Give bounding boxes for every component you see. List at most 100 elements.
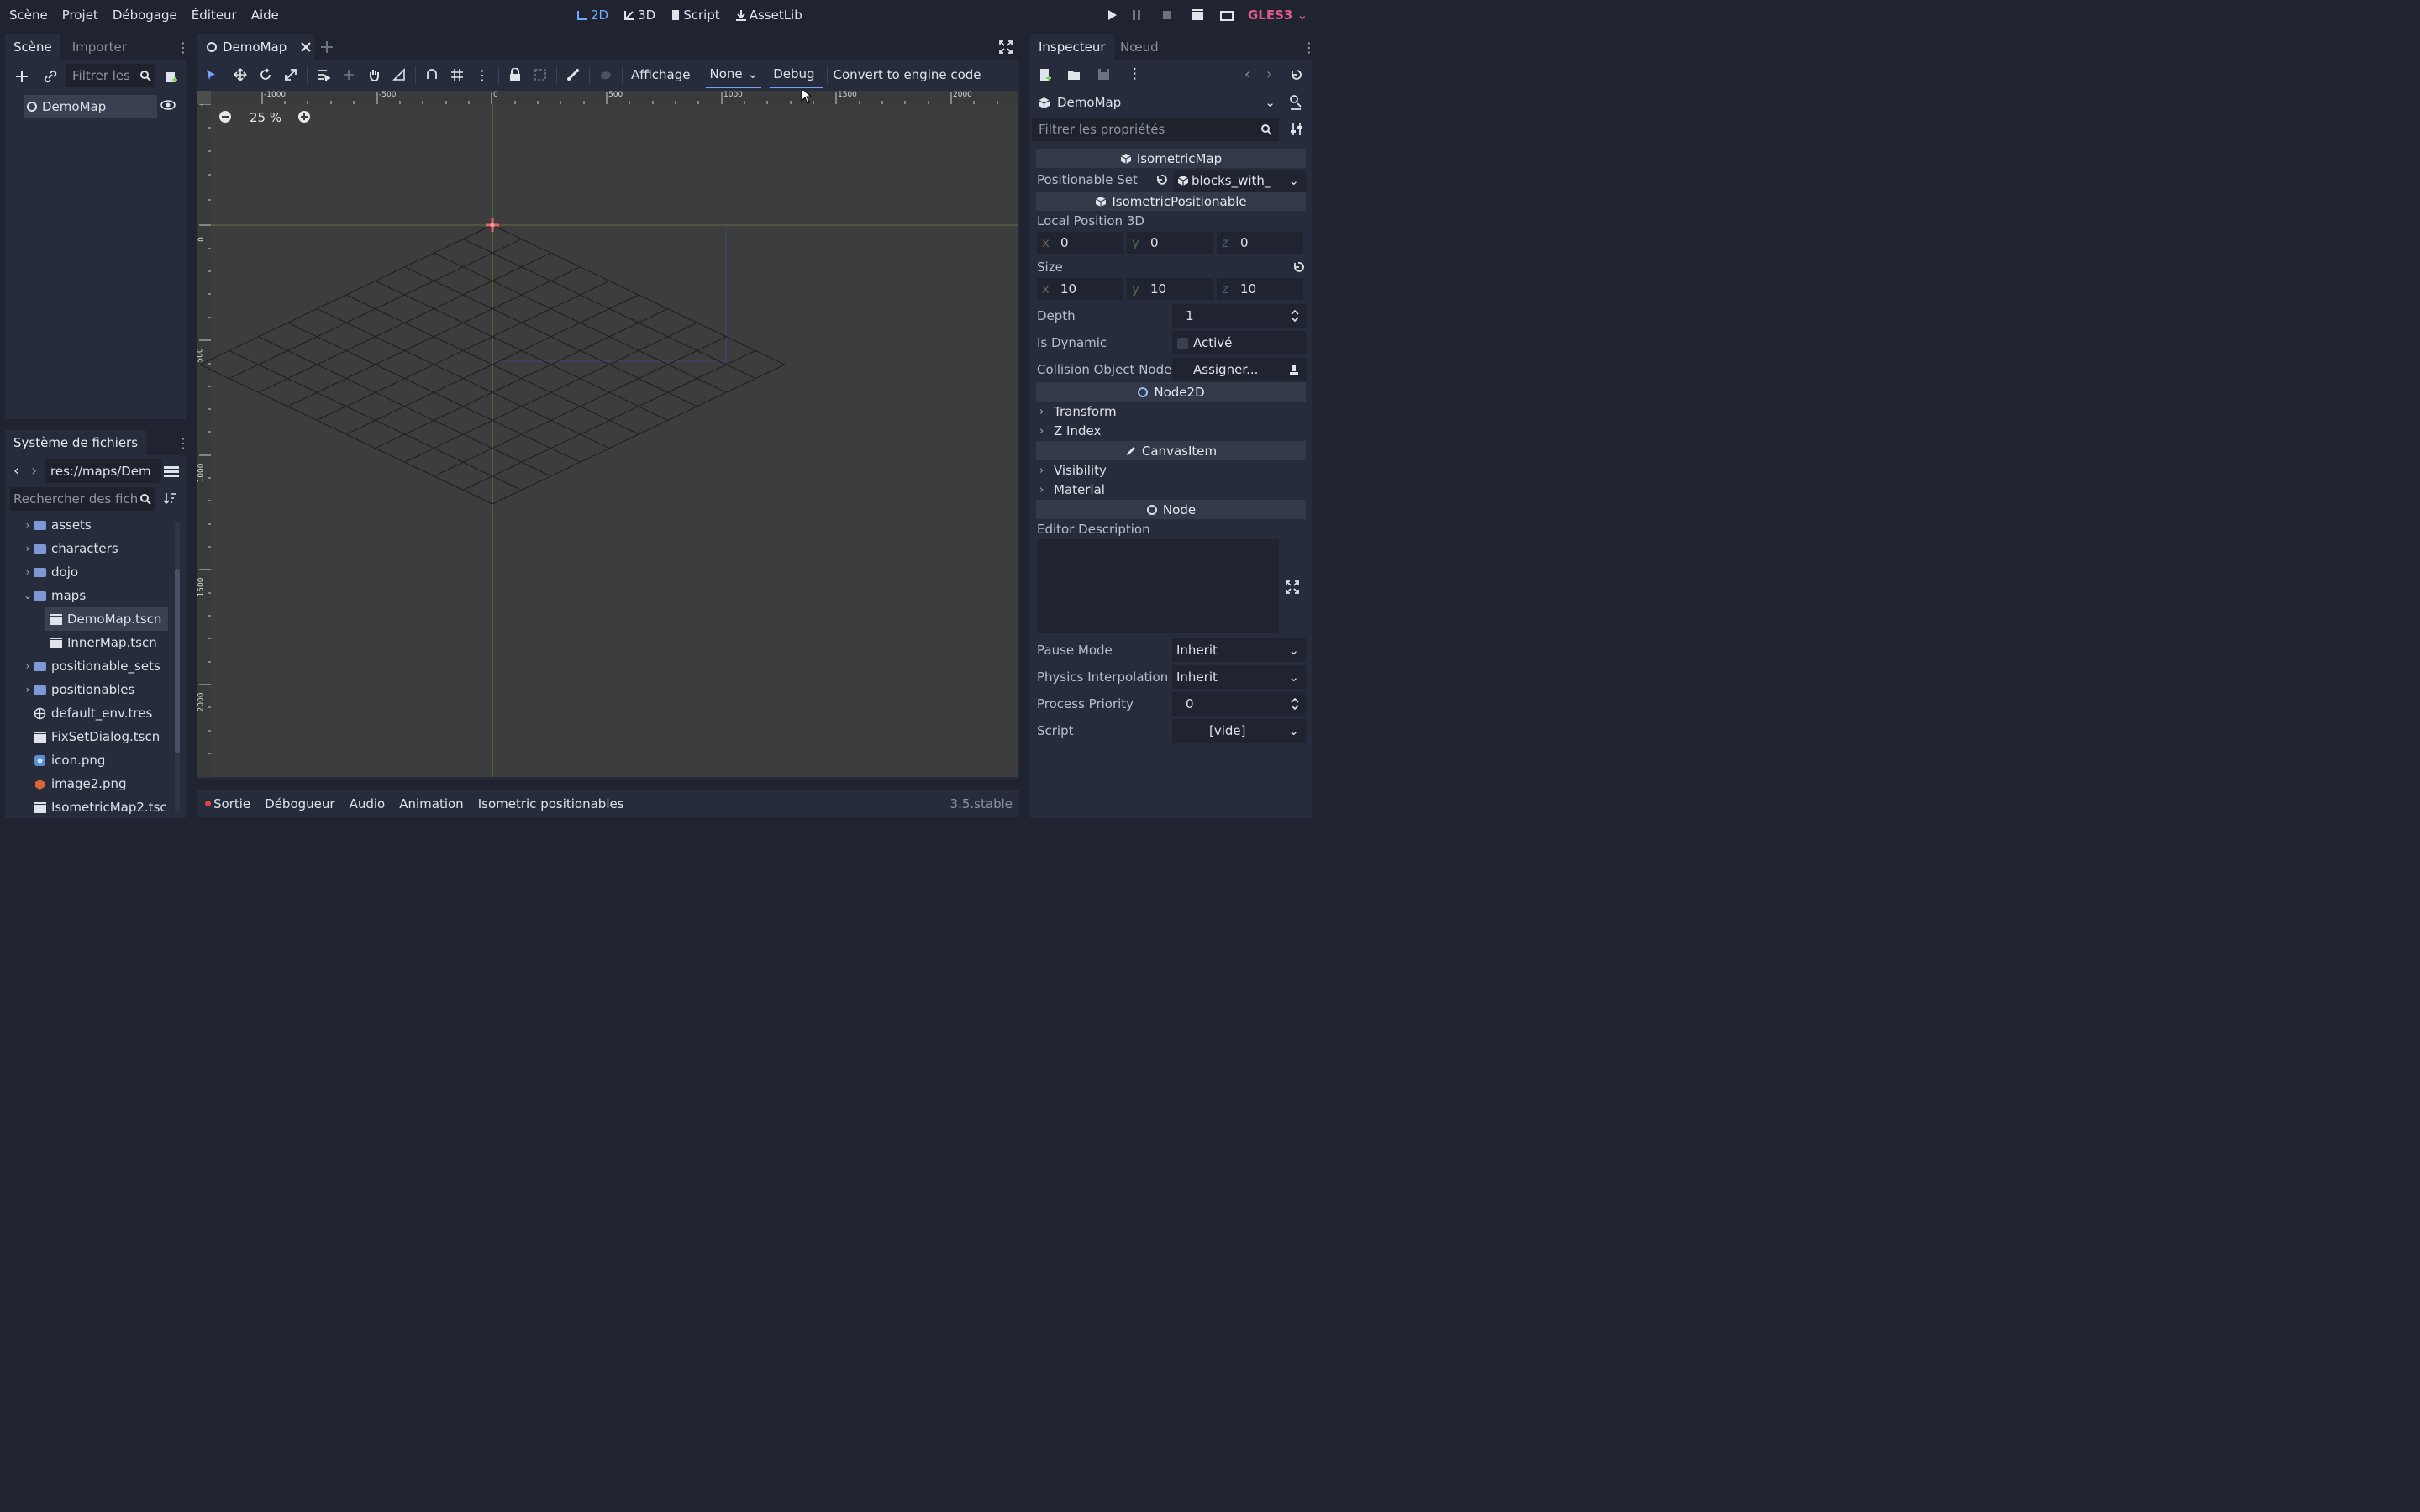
list-item-file[interactable]: image2.png [34, 772, 127, 795]
expand-icon[interactable] [1286, 580, 1299, 594]
snap-options-icon[interactable]: ⋮ [470, 62, 495, 87]
history-forward-icon[interactable]: › [1266, 66, 1272, 83]
renderer-select[interactable]: GLES3 ⌄ [1248, 8, 1307, 23]
script-resource-field[interactable]: [vide] ⌄ [1172, 719, 1306, 743]
bone-icon[interactable] [560, 62, 586, 87]
local-pos-x-field[interactable]: x0 [1037, 232, 1123, 254]
list-item-folder[interactable]: › positionables [22, 678, 135, 701]
node-tools-icon[interactable] [1289, 95, 1302, 110]
nav-back-icon[interactable]: ‹ [13, 462, 19, 480]
history-icon[interactable] [1290, 68, 1303, 81]
transform-group[interactable]: › Transform [1039, 402, 1117, 421]
tab-debugger[interactable]: Débogueur [265, 796, 334, 811]
list-item-folder[interactable]: › assets [22, 513, 92, 537]
path-field[interactable]: res://maps/Dem [45, 459, 161, 483]
add-node-icon[interactable] [13, 67, 31, 86]
select-tool-icon[interactable] [198, 62, 224, 87]
sort-icon[interactable] [163, 491, 176, 505]
tab-animation[interactable]: Animation [399, 796, 463, 811]
menu-help[interactable]: Aide [251, 8, 279, 23]
camera-override-icon[interactable] [593, 62, 618, 87]
pan-hand-icon[interactable] [361, 62, 387, 87]
section-isometric-map[interactable]: IsometricMap [1036, 149, 1306, 168]
fullscreen-icon[interactable] [999, 40, 1013, 54]
tab-filesystem[interactable]: Système de fichiers [5, 430, 147, 455]
section-node[interactable]: Node [1036, 500, 1306, 519]
convert-engine-button[interactable]: Convert to engine code [834, 67, 981, 82]
tab-audio[interactable]: Audio [350, 796, 386, 811]
mode-script-button[interactable]: Script [671, 8, 720, 23]
open-folder-icon[interactable] [1067, 69, 1081, 81]
zoom-out-icon[interactable] [218, 110, 232, 123]
play-custom-scene-icon[interactable] [1213, 9, 1241, 21]
pivot-tool-icon[interactable] [336, 62, 361, 87]
local-pos-y-field[interactable]: y0 [1127, 232, 1213, 254]
close-icon[interactable] [301, 42, 311, 52]
tab-output[interactable]: Sortie [205, 796, 250, 811]
file-search-input[interactable]: Rechercher des fichie [10, 487, 155, 511]
list-item-file[interactable]: FixSetDialog.tscn [34, 725, 160, 748]
smart-snap-icon[interactable] [419, 62, 445, 87]
list-item-file[interactable]: DemoMap.tscn [45, 607, 168, 631]
revert-icon[interactable] [1155, 174, 1168, 186]
list-item-folder[interactable]: › dojo [22, 560, 78, 584]
file-tree-scrollbar[interactable] [175, 522, 180, 813]
depth-spinbox[interactable]: 1 [1172, 304, 1306, 328]
spin-updown-icon[interactable] [1291, 310, 1299, 322]
visibility-group[interactable]: › Visibility [1039, 461, 1107, 480]
grid-snap-icon[interactable] [445, 62, 470, 87]
zindex-group[interactable]: › Z Index [1039, 422, 1101, 440]
instance-scene-icon[interactable] [162, 67, 181, 86]
rotate-tool-icon[interactable] [253, 62, 278, 87]
local-pos-z-field[interactable]: z0 [1217, 232, 1303, 254]
process-priority-spinbox[interactable]: 0 [1172, 692, 1306, 716]
lock-icon[interactable] [502, 62, 528, 87]
play-scene-icon[interactable] [1182, 9, 1213, 21]
zoom-in-icon[interactable] [297, 110, 311, 123]
nav-forward-icon[interactable]: › [31, 462, 37, 480]
positionable-set-field[interactable]: blocks_with_ ⌄ [1174, 170, 1306, 192]
add-tab-icon[interactable] [320, 40, 334, 54]
save-icon[interactable] [1097, 68, 1110, 81]
section-isometric-positionable[interactable]: IsometricPositionable [1036, 192, 1306, 211]
mode-3d-button[interactable]: 3D [623, 8, 655, 23]
debug-button[interactable]: Debug [770, 61, 823, 88]
spin-updown-icon[interactable] [1291, 698, 1299, 710]
object-selector[interactable]: DemoMap ⌄ [1034, 91, 1281, 114]
move-tool-icon[interactable] [228, 62, 253, 87]
stop-icon[interactable] [1152, 10, 1182, 20]
list-item-file[interactable]: IsometricMap2.tsc [34, 795, 167, 819]
group-icon[interactable] [528, 62, 553, 87]
list-item-file[interactable]: InnerMap.tscn [45, 631, 157, 654]
list-item-folder[interactable]: ⌄ maps [22, 584, 86, 607]
menu-scene[interactable]: Scène [9, 8, 48, 23]
visibility-eye-icon[interactable] [160, 99, 176, 111]
link-icon[interactable] [41, 67, 60, 86]
menu-editor[interactable]: Éditeur [192, 8, 237, 23]
size-z-field[interactable]: z 10 [1217, 278, 1303, 300]
tab-import[interactable]: Importer [64, 34, 135, 60]
menu-project[interactable]: Projet [62, 8, 98, 23]
tab-isometric-positionables[interactable]: Isometric positionables [478, 796, 624, 811]
material-group[interactable]: › Material [1039, 480, 1105, 499]
physics-interp-select[interactable]: Inherit ⌄ [1172, 665, 1306, 689]
dock-menu-icon[interactable]: ⋮ [1302, 39, 1316, 55]
size-x-field[interactable]: x 10 [1037, 278, 1123, 300]
size-y-field[interactable]: y 10 [1127, 278, 1213, 300]
scale-tool-icon[interactable] [278, 62, 303, 87]
history-back-icon[interactable]: ‹ [1244, 66, 1250, 83]
list-select-icon[interactable] [311, 62, 336, 87]
list-view-icon[interactable] [164, 465, 179, 477]
viewport-2d[interactable]: -1000 -500 0 500 1000 1500 2000 -5 0 500… [197, 91, 1018, 777]
new-resource-icon[interactable] [1039, 68, 1052, 81]
editor-description-textarea[interactable] [1037, 539, 1279, 633]
view-menu-button[interactable]: Affichage [631, 67, 690, 82]
scene-filter-input[interactable]: Filtrer les [66, 64, 155, 87]
list-item-file[interactable]: default_env.tres [34, 701, 152, 725]
revert-icon[interactable] [1292, 261, 1305, 274]
ruler-tool-icon[interactable] [387, 62, 412, 87]
menu-debug[interactable]: Débogage [113, 8, 177, 23]
collision-node-field[interactable]: Assigner... [1172, 358, 1306, 381]
pause-icon[interactable] [1122, 9, 1152, 21]
pause-mode-select[interactable]: Inherit ⌄ [1172, 638, 1306, 662]
